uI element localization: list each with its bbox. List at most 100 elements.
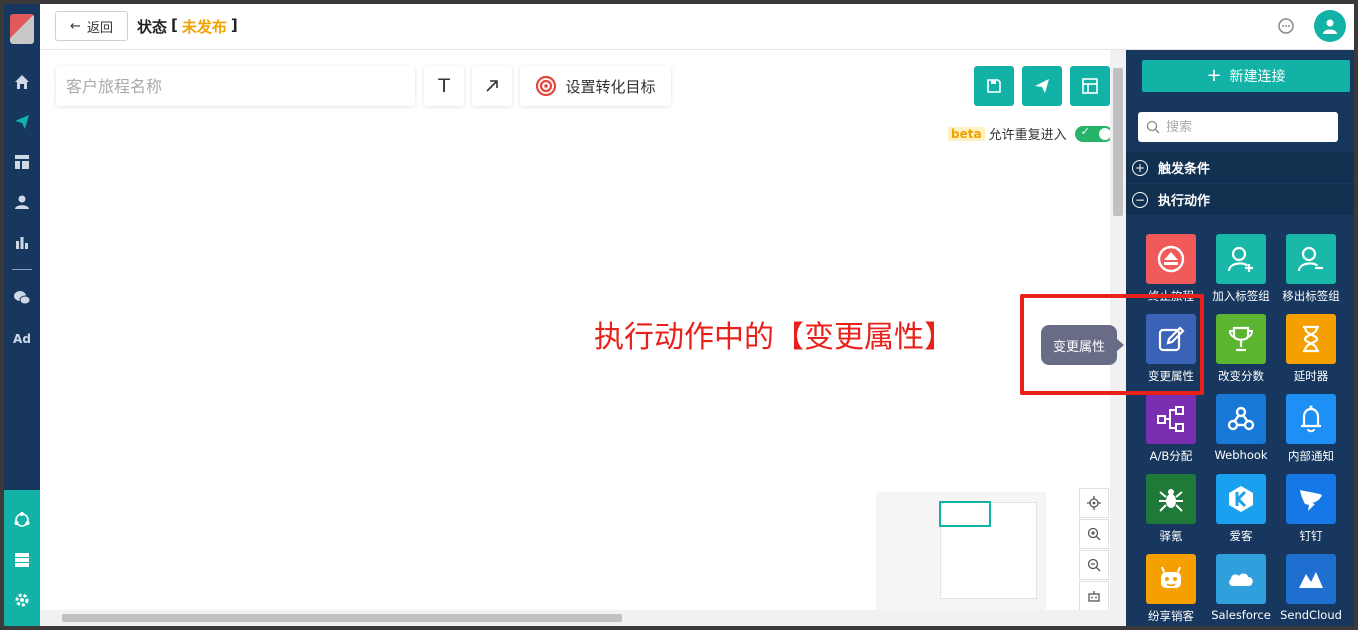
action-tile[interactable]: 加入标签组	[1206, 234, 1276, 314]
avatar[interactable]	[1314, 10, 1346, 42]
action-tile[interactable]: 移出标签组	[1276, 234, 1346, 314]
action-tile-label: A/B分配	[1149, 449, 1193, 463]
app-logo	[10, 14, 34, 44]
sendcloud-icon	[1286, 554, 1336, 604]
nav-bottom-group	[4, 490, 40, 626]
action-tile[interactable]: 内部通知	[1276, 394, 1346, 474]
k-logo-icon	[1216, 474, 1266, 524]
zoom-out-button[interactable]	[1079, 550, 1109, 580]
left-nav: Ad	[4, 4, 40, 626]
network-icon[interactable]	[12, 510, 32, 530]
zoom-in-button[interactable]	[1079, 519, 1109, 549]
action-tile[interactable]: 爱客	[1206, 474, 1276, 554]
panel-search	[1138, 112, 1338, 142]
robot-icon	[1088, 591, 1100, 602]
layout-icon	[1082, 78, 1098, 94]
bar-chart-icon[interactable]	[12, 232, 32, 252]
beta-badge: beta	[948, 126, 985, 141]
section-trigger-conditions[interactable]: + 触发条件	[1126, 152, 1354, 183]
action-tile-label: 爱客	[1229, 529, 1253, 543]
split-icon	[1146, 394, 1196, 444]
action-tile[interactable]: A/B分配	[1136, 394, 1206, 474]
minimap-viewport[interactable]	[939, 501, 991, 527]
text-tool-button[interactable]: T	[424, 66, 464, 106]
action-tile-label: 驿氪	[1159, 529, 1183, 543]
top-header: ← 返回 状态 [ 未发布 ]	[40, 4, 1354, 50]
canvas-horizontal-scrollbar[interactable]	[40, 610, 1110, 626]
user-add-icon	[1216, 234, 1266, 284]
action-tile-label: Salesforce	[1211, 608, 1271, 622]
search-input[interactable]	[1166, 119, 1326, 135]
user-icon[interactable]	[12, 192, 32, 212]
home-icon[interactable]	[12, 72, 32, 92]
send-icon	[1035, 79, 1049, 93]
publish-button[interactable]	[1022, 66, 1062, 106]
template-button[interactable]	[1070, 66, 1110, 106]
action-tile[interactable]: 延时器	[1276, 314, 1346, 394]
action-tile[interactable]: Webhook	[1206, 394, 1276, 474]
action-tile[interactable]: 钉钉	[1276, 474, 1346, 554]
search-icon	[1146, 120, 1160, 134]
action-tile-label: 纷享销客	[1148, 609, 1194, 623]
user-remove-icon	[1286, 234, 1336, 284]
action-tile-label: 内部通知	[1288, 449, 1334, 463]
action-tile-label: 延时器	[1293, 369, 1329, 383]
webhook-icon	[1216, 394, 1266, 444]
cloud-icon	[1216, 554, 1266, 604]
section-actions[interactable]: − 执行动作	[1126, 184, 1354, 215]
arrow-up-right-icon	[486, 80, 498, 92]
locate-button[interactable]	[1079, 488, 1109, 518]
hourglass-icon	[1286, 314, 1336, 364]
expand-icon: +	[1132, 159, 1148, 176]
zoom-in-icon	[1087, 527, 1101, 541]
journey-status: 状态 [ 未发布 ]	[137, 16, 238, 36]
repeat-entry-toggle[interactable]: ✓	[1074, 124, 1113, 142]
action-tile-label: 改变分数	[1218, 369, 1264, 383]
plus-icon: +	[1206, 65, 1222, 86]
fxiaoke-icon	[1146, 554, 1196, 604]
crosshair-icon	[1087, 496, 1101, 510]
action-tile[interactable]: 驿氪	[1136, 474, 1206, 554]
save-button[interactable]	[974, 66, 1014, 106]
journey-name-input[interactable]	[56, 66, 415, 106]
action-tile[interactable]: 改变分数	[1206, 314, 1276, 394]
repeat-entry-option: beta 允许重复进入 ✓	[948, 124, 1113, 143]
back-button[interactable]: ← 返回	[55, 11, 128, 41]
set-goal-button[interactable]: 设置转化目标	[520, 66, 671, 106]
action-tile[interactable]: SendCloud	[1276, 554, 1346, 626]
layout-icon[interactable]	[12, 152, 32, 172]
save-icon	[987, 79, 1001, 93]
server-icon[interactable]	[12, 550, 32, 570]
bell-icon	[1286, 394, 1336, 444]
tooltip: 变更属性	[1041, 325, 1124, 365]
dingtalk-icon	[1286, 474, 1336, 524]
trophy-icon	[1216, 314, 1266, 364]
arrow-tool-button[interactable]	[472, 66, 512, 106]
fit-view-button[interactable]	[1079, 581, 1109, 611]
new-connection-button[interactable]: + 新建连接	[1142, 60, 1350, 92]
nav-divider	[12, 269, 32, 270]
spider-icon	[1146, 474, 1196, 524]
action-tile-label: Webhook	[1214, 448, 1268, 462]
minimap[interactable]	[876, 492, 1046, 610]
annotation-caption: 执行动作中的【变更属性】	[594, 320, 954, 355]
action-tile-label: 加入标签组	[1212, 289, 1270, 303]
arrow-left-icon: ←	[70, 18, 81, 34]
stop-icon	[1146, 234, 1196, 284]
wechat-icon[interactable]	[12, 288, 32, 308]
target-icon	[536, 75, 557, 97]
status-badge: 未发布	[181, 18, 227, 36]
zoom-out-icon	[1087, 558, 1101, 572]
action-tile-label: SendCloud	[1280, 608, 1342, 622]
check-icon: ✓	[1080, 124, 1090, 138]
message-icon[interactable]	[1276, 16, 1296, 36]
collapse-icon: −	[1132, 191, 1148, 208]
app-window: Ad ← 返回 状态 [ 未发布 ] 客户旅程名称 T 设置转化目标 beta …	[4, 4, 1354, 626]
action-tile[interactable]: 纷享销客	[1136, 554, 1206, 626]
action-tile-label: 移出标签组	[1282, 289, 1340, 303]
send-icon[interactable]	[12, 112, 32, 132]
action-tile-label: 钉钉	[1299, 529, 1323, 543]
action-tile[interactable]: Salesforce	[1206, 554, 1276, 626]
gear-icon[interactable]	[12, 590, 32, 610]
ad-icon[interactable]: Ad	[12, 329, 32, 349]
